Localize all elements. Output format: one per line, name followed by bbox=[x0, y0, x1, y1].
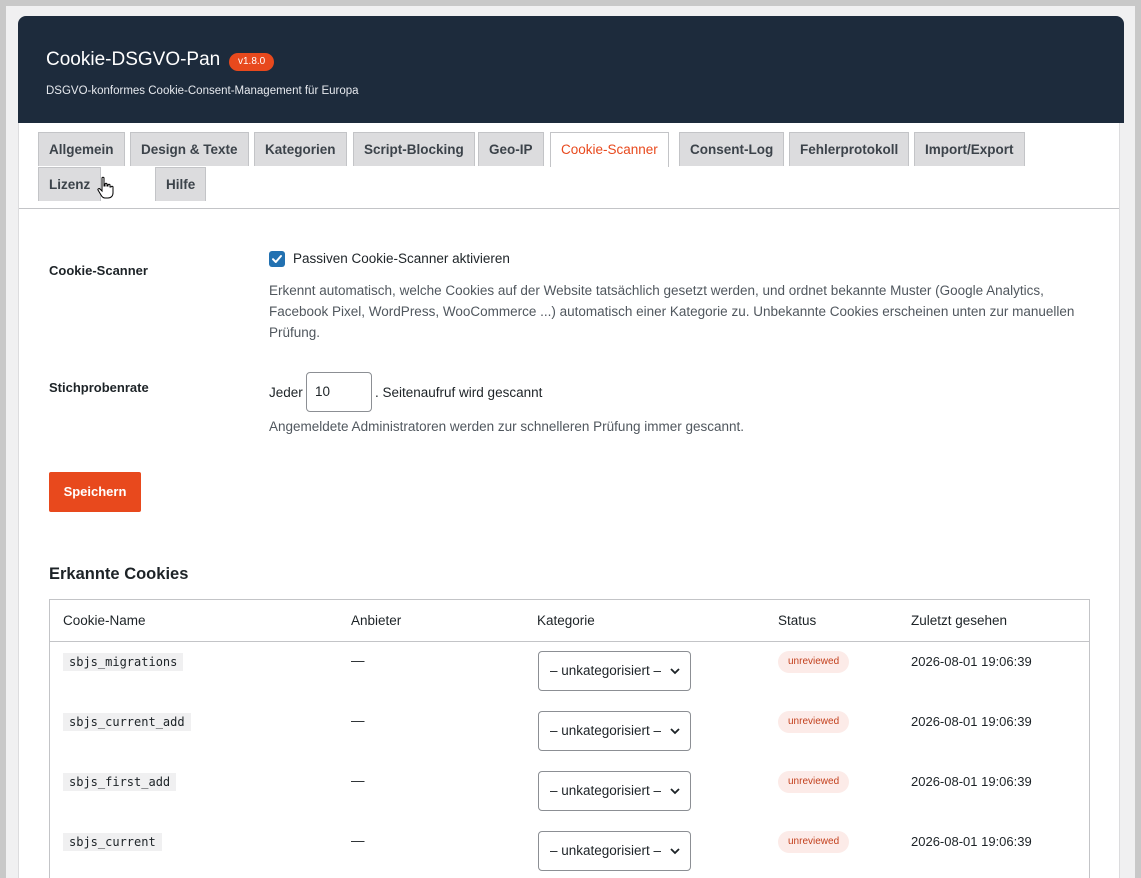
column-cookie-name: Cookie-Name bbox=[63, 613, 146, 628]
last-seen-value: 2026-08-01 19:06:39 bbox=[911, 834, 1032, 849]
last-seen-value: 2026-08-01 19:06:39 bbox=[911, 774, 1032, 789]
category-select[interactable]: – unkategorisiert – bbox=[538, 771, 691, 811]
scanner-description: Erkennt automatisch, welche Cookies auf … bbox=[269, 283, 1075, 340]
sample-rate-prefix: Jeder bbox=[269, 385, 303, 400]
tab-allgemein[interactable]: Allgemein bbox=[38, 132, 125, 166]
cookie-name: sbjs_current bbox=[63, 833, 162, 851]
app-frame: Cookie-DSGVO-Pan v1.8.0 DSGVO-konformes … bbox=[6, 6, 1135, 878]
plugin-subtitle: DSGVO-konformes Cookie-Consent-Managemen… bbox=[46, 85, 359, 97]
cookie-name: sbjs_current_add bbox=[63, 713, 191, 731]
status-badge: unreviewed bbox=[778, 771, 850, 793]
cookies-table: Cookie-Name Anbieter Kategorie Status Zu… bbox=[49, 599, 1090, 878]
table-header: Cookie-Name Anbieter Kategorie Status Zu… bbox=[50, 600, 1089, 642]
detected-cookies-title: Erkannte Cookies bbox=[49, 565, 189, 583]
column-provider: Anbieter bbox=[351, 613, 402, 628]
sample-rate-description: Angemeldete Administratoren werden zur s… bbox=[269, 419, 744, 434]
status-badge: unreviewed bbox=[778, 831, 850, 853]
tab-script-blocking[interactable]: Script-Blocking bbox=[353, 132, 475, 166]
category-select-value: – unkategorisiert – bbox=[550, 783, 662, 798]
table-row: sbjs_migrations — – unkategorisiert – un… bbox=[50, 641, 1089, 701]
cookie-provider: — bbox=[351, 833, 365, 848]
tab-lizenz[interactable]: Lizenz bbox=[38, 167, 102, 201]
category-select-value: – unkategorisiert – bbox=[550, 663, 662, 678]
column-status: Status bbox=[778, 613, 817, 628]
cookie-name: sbjs_first_add bbox=[63, 773, 177, 791]
table-row: sbjs_current — – unkategorisiert – unrev… bbox=[50, 821, 1089, 878]
cookie-scanner-label: Cookie-Scanner bbox=[49, 263, 148, 278]
scanner-checkbox-label[interactable]: Passiven Cookie-Scanner aktivieren bbox=[293, 251, 510, 266]
sample-rate-label: Stichprobenrate bbox=[49, 380, 149, 395]
sample-rate-input[interactable]: 10 bbox=[306, 372, 372, 412]
tab-kategorien[interactable]: Kategorien bbox=[254, 132, 347, 166]
version-badge: v1.8.0 bbox=[229, 53, 275, 71]
status-badge: unreviewed bbox=[778, 651, 850, 673]
category-select-value: – unkategorisiert – bbox=[550, 843, 662, 858]
tab-hilfe[interactable]: Hilfe bbox=[155, 167, 207, 201]
checkmark-icon bbox=[272, 255, 282, 263]
cookie-name: sbjs_migrations bbox=[63, 653, 184, 671]
tab-geo-ip[interactable]: Geo-IP bbox=[478, 132, 544, 166]
table-row: sbjs_current_add — – unkategorisiert – u… bbox=[50, 701, 1089, 761]
chevron-down-icon bbox=[670, 728, 680, 735]
hand-pointer-icon bbox=[97, 176, 114, 199]
cookie-provider: — bbox=[351, 653, 365, 668]
plugin-title: Cookie-DSGVO-Pan bbox=[46, 49, 221, 70]
save-button[interactable]: Speichern bbox=[49, 472, 141, 512]
settings-panel: Allgemein Design & Texte Kategorien Scri… bbox=[18, 123, 1120, 878]
chevron-down-icon bbox=[670, 848, 680, 855]
tab-design-texte[interactable]: Design & Texte bbox=[130, 132, 249, 166]
column-last-seen: Zuletzt gesehen bbox=[911, 613, 1008, 628]
plugin-wrapper: Cookie-DSGVO-Pan v1.8.0 DSGVO-konformes … bbox=[18, 16, 1124, 878]
last-seen-value: 2026-08-01 19:06:39 bbox=[911, 654, 1032, 669]
scanner-enable-checkbox[interactable] bbox=[269, 251, 285, 267]
chevron-down-icon bbox=[670, 788, 680, 795]
chevron-down-icon bbox=[670, 668, 680, 675]
tab-import-export[interactable]: Import/Export bbox=[914, 132, 1025, 166]
tabs-divider bbox=[19, 208, 1119, 209]
category-select[interactable]: – unkategorisiert – bbox=[538, 711, 691, 751]
sample-rate-suffix: . Seitenaufruf wird gescannt bbox=[375, 385, 543, 400]
status-badge: unreviewed bbox=[778, 711, 850, 733]
column-category: Kategorie bbox=[537, 613, 595, 628]
category-select[interactable]: – unkategorisiert – bbox=[538, 651, 691, 691]
plugin-header: Cookie-DSGVO-Pan v1.8.0 DSGVO-konformes … bbox=[18, 16, 1124, 123]
cookie-provider: — bbox=[351, 773, 365, 788]
cookie-provider: — bbox=[351, 713, 365, 728]
category-select-value: – unkategorisiert – bbox=[550, 723, 662, 738]
tab-fehlerprotokoll[interactable]: Fehlerprotokoll bbox=[789, 132, 910, 166]
table-row: sbjs_first_add — – unkategorisiert – unr… bbox=[50, 761, 1089, 821]
tab-consent-log[interactable]: Consent-Log bbox=[679, 132, 785, 166]
last-seen-value: 2026-08-01 19:06:39 bbox=[911, 714, 1032, 729]
category-select[interactable]: – unkategorisiert – bbox=[538, 831, 691, 871]
tab-cookie-scanner[interactable]: Cookie-Scanner bbox=[550, 132, 669, 167]
